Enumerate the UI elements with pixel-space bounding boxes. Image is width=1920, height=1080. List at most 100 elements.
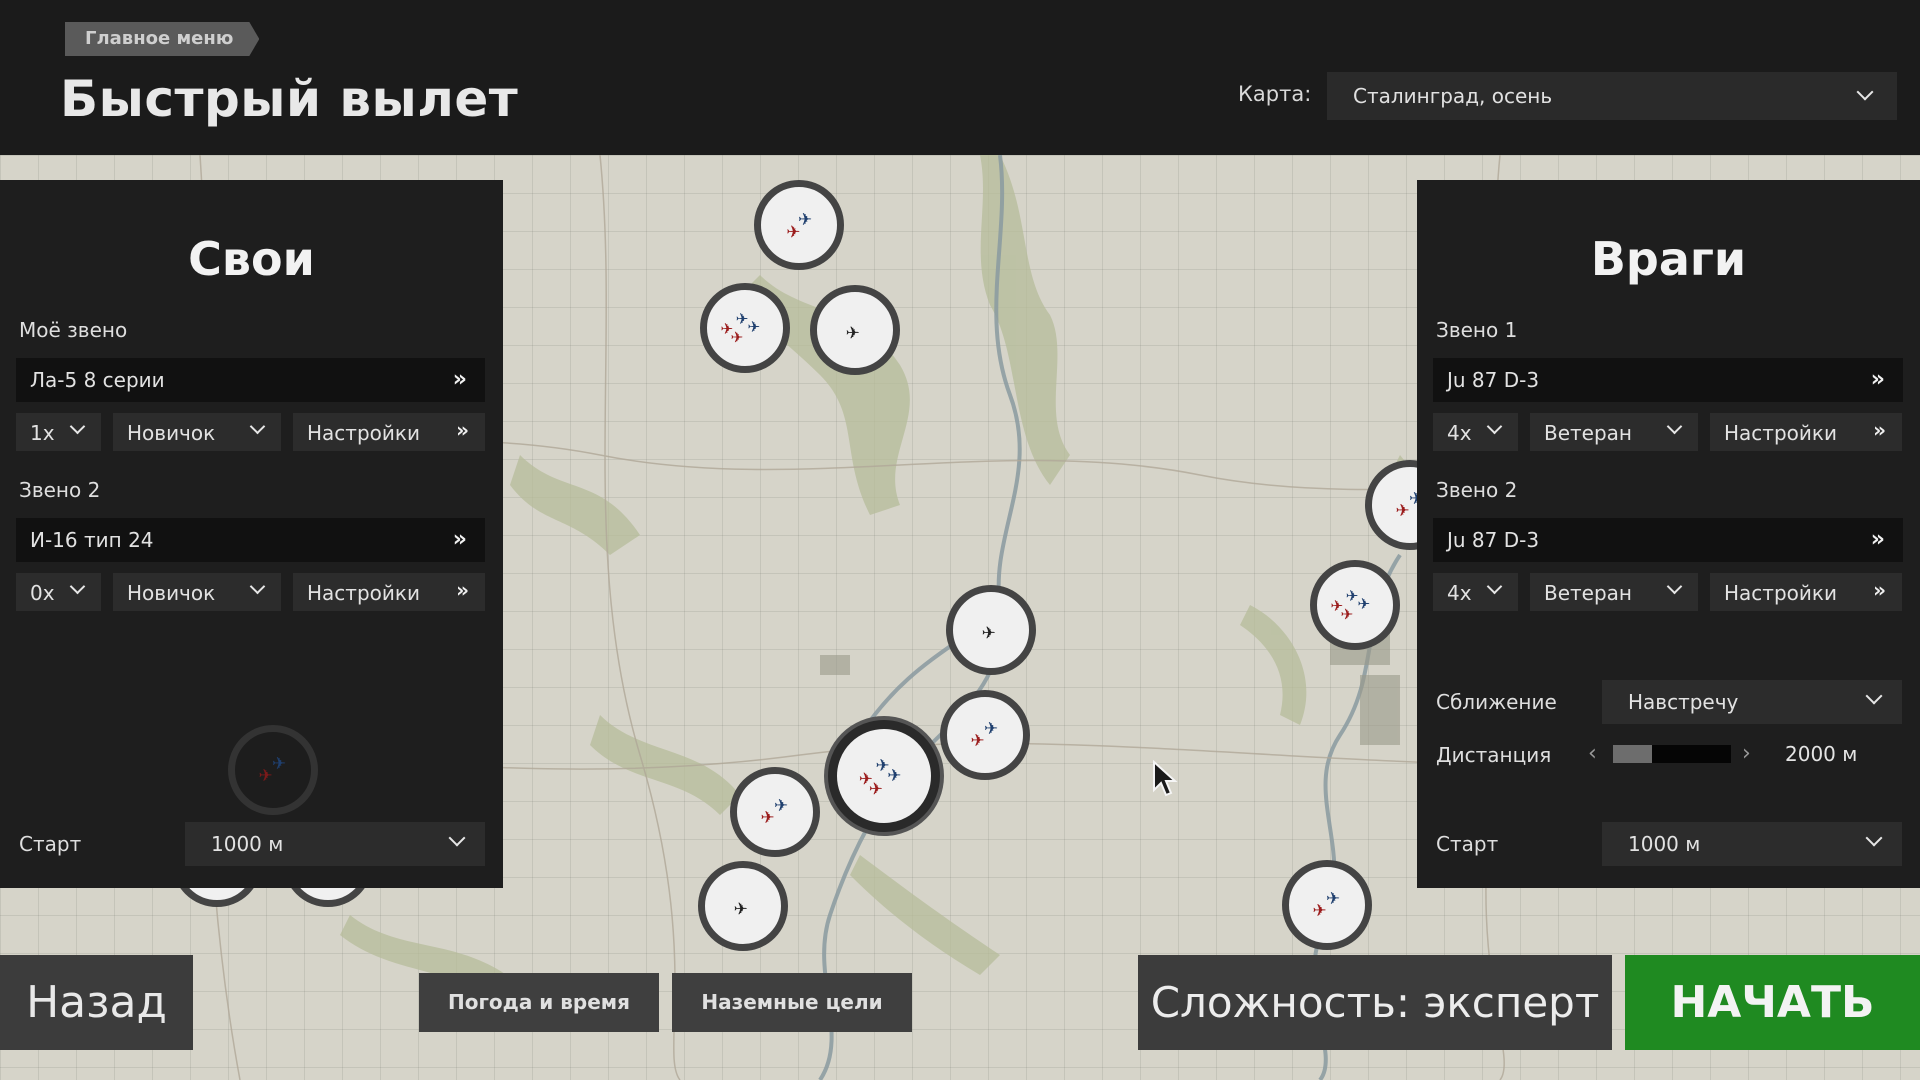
friendly-start-altitude-select[interactable]: 1000 м (185, 822, 485, 866)
count-value: 1x (30, 421, 55, 445)
chevron-down-icon (249, 418, 266, 435)
svg-text:✈: ✈ (761, 807, 775, 827)
difficulty-button[interactable]: Сложность: эксперт (1138, 955, 1612, 1050)
friendly-flight2-skill-select[interactable]: Новичок (113, 573, 281, 611)
svg-text:✈: ✈ (869, 778, 883, 798)
svg-text:✈: ✈ (846, 322, 860, 342)
settings-label: Настройки (1724, 581, 1837, 605)
back-button[interactable]: Назад (0, 955, 193, 1050)
airfield-marker[interactable]: ✈✈ (1282, 860, 1372, 950)
aircraft-name: И-16 тип 24 (30, 528, 154, 552)
friendly-flight2-count-select[interactable]: 0x (16, 573, 101, 611)
enemy-start-label: Старт (1436, 832, 1499, 856)
enemy-flight1-count-select[interactable]: 4x (1433, 413, 1518, 451)
svg-text:✈: ✈ (1313, 900, 1327, 920)
chevron-down-icon (249, 578, 266, 595)
chevron-down-icon (1666, 418, 1683, 435)
selected-airfield-marker[interactable]: ✈ ✈ ✈ ✈ (828, 720, 940, 832)
airfield-marker[interactable]: ✈✈ (754, 180, 844, 270)
friendly-flight2-settings-button[interactable]: Настройки » (293, 573, 485, 611)
svg-text:✈: ✈ (1358, 595, 1371, 613)
map-select[interactable]: Сталинград, осень (1327, 72, 1897, 120)
header: Главное меню Быстрый вылет Карта: Сталин… (0, 0, 1920, 155)
friendly-flight1-label: Моё звено (19, 318, 128, 342)
double-chevron-right-icon: » (1870, 527, 1885, 552)
chevron-down-icon (1666, 578, 1683, 595)
distance-slider-fill (1613, 745, 1652, 763)
map-select-value: Сталинград, осень (1353, 84, 1553, 108)
enemy-flight2-settings-button[interactable]: Настройки » (1710, 573, 1902, 611)
enemy-flight2-count-select[interactable]: 4x (1433, 573, 1518, 611)
friendly-start-label: Старт (19, 832, 82, 856)
breadcrumb-main-menu[interactable]: Главное меню (65, 22, 259, 56)
distance-slider[interactable] (1613, 745, 1731, 763)
enemy-start-altitude-select[interactable]: 1000 м (1602, 822, 1902, 866)
friendly-flight1-aircraft-select[interactable]: Ла-5 8 серии » (16, 358, 485, 402)
airfield-marker[interactable]: ✈ ✈ ✈ ✈ (1310, 560, 1400, 650)
friendly-panel: Свои Моё звено Ла-5 8 серии » 1x Новичок… (0, 180, 503, 888)
friendly-flight2-label: Звено 2 (19, 478, 101, 502)
enemy-flight1-settings-button[interactable]: Настройки » (1710, 413, 1902, 451)
double-chevron-right-icon: » (1870, 367, 1885, 392)
map-label: Карта: (1238, 82, 1312, 106)
svg-text:✈: ✈ (1346, 587, 1359, 605)
settings-label: Настройки (1724, 421, 1837, 445)
airfield-marker[interactable]: ✈✈ (940, 690, 1030, 780)
svg-text:✈: ✈ (734, 898, 748, 918)
airfield-marker[interactable]: ✈✈ (730, 767, 820, 857)
weather-time-button[interactable]: Погода и время (419, 973, 659, 1032)
enemy-flight1-label: Звено 1 (1436, 318, 1518, 342)
enemy-flight1-aircraft-select[interactable]: Ju 87 D-3 » (1433, 358, 1903, 402)
ground-targets-button[interactable]: Наземные цели (672, 973, 912, 1032)
count-value: 4x (1447, 581, 1472, 605)
enemy-flight1-skill-select[interactable]: Ветеран (1530, 413, 1698, 451)
start-button[interactable]: НАЧАТЬ (1625, 955, 1920, 1050)
friendly-panel-title: Свои (188, 232, 315, 286)
chevron-down-icon (1486, 578, 1503, 595)
svg-text:✈: ✈ (731, 328, 744, 346)
svg-text:✈: ✈ (887, 765, 901, 785)
svg-text:✈: ✈ (736, 310, 749, 328)
approach-select[interactable]: Навстречу (1602, 680, 1902, 724)
faded-airfield-marker: ✈ ✈ (228, 725, 318, 815)
chevron-down-icon (1486, 418, 1503, 435)
double-chevron-right-icon: » (1873, 418, 1886, 442)
skill-value: Новичок (127, 581, 216, 605)
slider-right-arrow-icon[interactable]: › (1742, 741, 1751, 766)
count-value: 0x (30, 581, 55, 605)
slider-left-arrow-icon[interactable]: ‹ (1588, 741, 1597, 766)
enemy-panel-title: Враги (1590, 232, 1747, 286)
friendly-flight1-skill-select[interactable]: Новичок (113, 413, 281, 451)
settings-label: Настройки (307, 421, 420, 445)
distance-value: 2000 м (1785, 742, 1858, 766)
friendly-flight1-settings-button[interactable]: Настройки » (293, 413, 485, 451)
airfield-marker[interactable]: ✈ ✈ ✈ ✈ (700, 283, 790, 373)
airfield-marker[interactable]: ✈ (698, 861, 788, 951)
aircraft-name: Ju 87 D-3 (1447, 528, 1540, 552)
double-chevron-right-icon: » (452, 527, 467, 552)
svg-text:✈: ✈ (798, 209, 812, 229)
start-altitude-value: 1000 м (211, 832, 284, 856)
svg-text:✈: ✈ (272, 753, 286, 773)
enemy-flight2-skill-select[interactable]: Ветеран (1530, 573, 1698, 611)
svg-text:✈: ✈ (774, 795, 788, 815)
enemy-flight2-aircraft-select[interactable]: Ju 87 D-3 » (1433, 518, 1903, 562)
settings-label: Настройки (307, 581, 420, 605)
svg-text:✈: ✈ (1396, 500, 1410, 520)
enemy-panel: Враги Звено 1 Ju 87 D-3 » 4x Ветеран Нас… (1417, 180, 1920, 888)
distance-label: Дистанция (1436, 743, 1552, 767)
count-value: 4x (1447, 421, 1472, 445)
friendly-flight2-aircraft-select[interactable]: И-16 тип 24 » (16, 518, 485, 562)
skill-value: Ветеран (1544, 581, 1633, 605)
friendly-flight1-count-select[interactable]: 1x (16, 413, 101, 451)
aircraft-name: Ла-5 8 серии (30, 368, 165, 392)
chevron-down-icon (69, 418, 86, 435)
start-altitude-value: 1000 м (1628, 832, 1701, 856)
airfield-marker[interactable]: ✈ (810, 285, 900, 375)
mouse-cursor-icon (1153, 760, 1178, 797)
chevron-down-icon (1865, 687, 1883, 705)
airfield-marker[interactable]: ✈ (946, 585, 1036, 675)
svg-text:✈: ✈ (1341, 605, 1354, 623)
svg-text:✈: ✈ (971, 730, 985, 750)
double-chevron-right-icon: » (452, 367, 467, 392)
